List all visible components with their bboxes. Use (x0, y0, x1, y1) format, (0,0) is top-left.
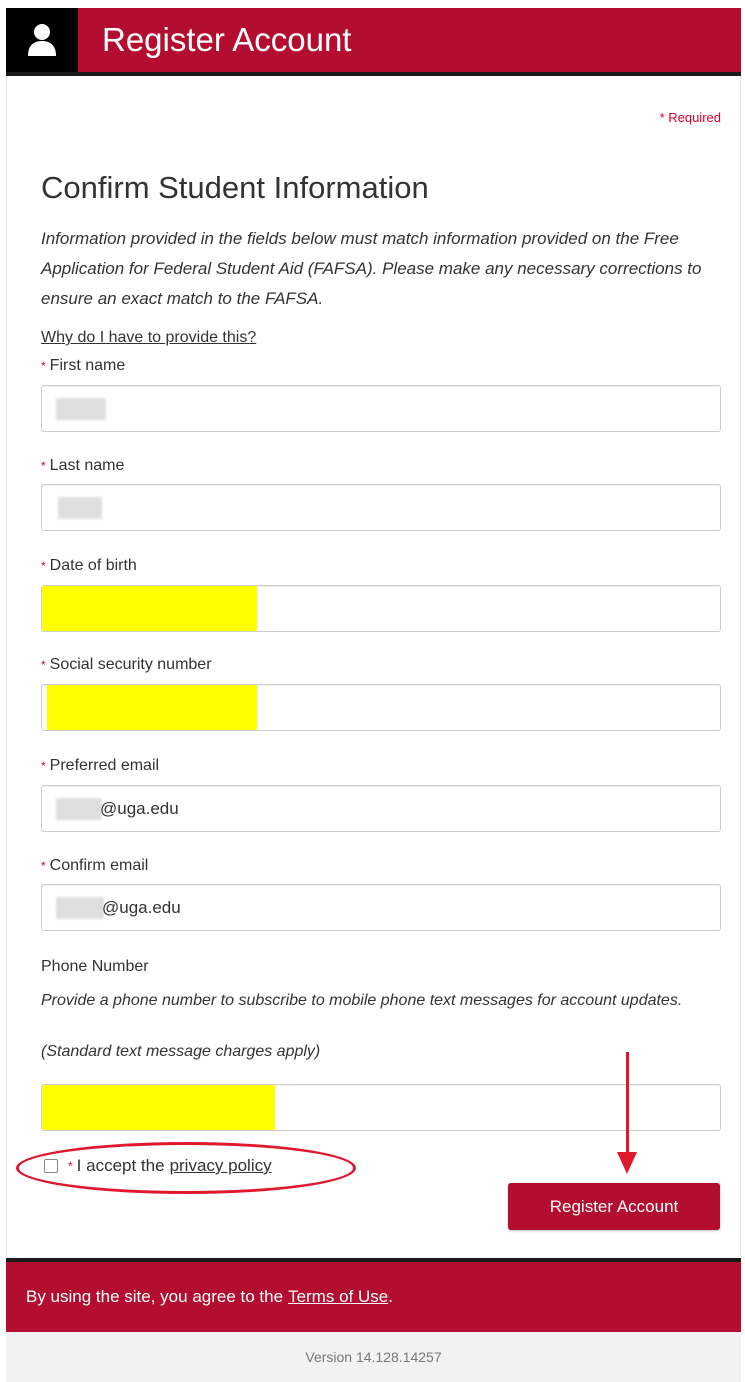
register-account-button[interactable]: Register Account (508, 1183, 720, 1230)
last-name-label: * Last name (41, 457, 124, 475)
annotation-arrow-head (617, 1152, 637, 1174)
privacy-checkbox[interactable] (44, 1159, 58, 1173)
first-name-label-text: First name (49, 357, 126, 374)
footer-text: By using the site, you agree to the (26, 1287, 284, 1306)
section-title: Confirm Student Information (41, 170, 429, 205)
redacted-value (56, 897, 104, 919)
footer: By using the site, you agree to the Term… (6, 1258, 741, 1332)
confirm-email-label-text: Confirm email (49, 857, 149, 874)
required-marker: * (41, 658, 46, 672)
version-text: Version 14.128.14257 (305, 1349, 442, 1365)
confirm-email-value: @uga.edu (102, 898, 181, 917)
required-marker: * (41, 859, 46, 873)
last-name-input[interactable] (41, 484, 721, 531)
required-marker: * (41, 359, 46, 373)
date-of-birth-input[interactable] (41, 585, 721, 632)
footer-suffix: . (388, 1287, 393, 1306)
redaction-highlight (42, 1085, 275, 1130)
preferred-email-value: @uga.edu (100, 799, 179, 818)
user-icon (6, 8, 78, 72)
redaction-highlight (47, 685, 257, 730)
privacy-policy-link[interactable]: privacy policy (170, 1156, 272, 1176)
terms-of-use-link[interactable]: Terms of Use (288, 1287, 388, 1307)
preferred-email-input[interactable]: @uga.edu (41, 785, 721, 832)
required-marker: * (41, 459, 46, 473)
first-name-input[interactable] (41, 385, 721, 432)
phone-charges-note: (Standard text message charges apply) (41, 1043, 321, 1060)
privacy-accept-row: * I accept the privacy policy (44, 1156, 272, 1176)
redacted-value (56, 798, 102, 820)
required-note: * Required (659, 110, 721, 125)
phone-number-input[interactable] (41, 1084, 721, 1131)
annotation-arrow-line (626, 1052, 629, 1156)
page-header-title: Register Account (102, 21, 352, 58)
ssn-label-text: Social security number (49, 656, 212, 673)
why-provide-link[interactable]: Why do I have to provide this? (41, 329, 256, 347)
ssn-input[interactable] (41, 684, 721, 731)
redacted-value (56, 398, 106, 420)
version-bar: Version 14.128.14257 (6, 1332, 741, 1382)
last-name-label-text: Last name (49, 457, 125, 474)
first-name-label: * First name (41, 357, 125, 375)
required-marker: * (41, 559, 46, 573)
preferred-email-label-text: Preferred email (49, 757, 160, 774)
ssn-label: * Social security number (41, 656, 212, 674)
required-marker: * (68, 1159, 73, 1173)
date-of-birth-label-text: Date of birth (49, 557, 137, 574)
confirm-email-input[interactable]: @uga.edu (41, 884, 721, 931)
date-of-birth-label: * Date of birth (41, 557, 137, 575)
required-marker: * (41, 759, 46, 773)
phone-number-label: Phone Number (41, 958, 149, 975)
intro-text: Information provided in the fields below… (41, 229, 702, 308)
redacted-value (58, 497, 102, 519)
confirm-email-label: * Confirm email (41, 857, 148, 875)
privacy-prefix: I accept the (76, 1156, 165, 1175)
header-title-bar: Register Account (78, 8, 741, 72)
redaction-highlight (42, 586, 257, 631)
phone-help-text: Provide a phone number to subscribe to m… (41, 992, 683, 1009)
preferred-email-label: * Preferred email (41, 757, 159, 775)
app-header: Register Account (6, 8, 741, 76)
